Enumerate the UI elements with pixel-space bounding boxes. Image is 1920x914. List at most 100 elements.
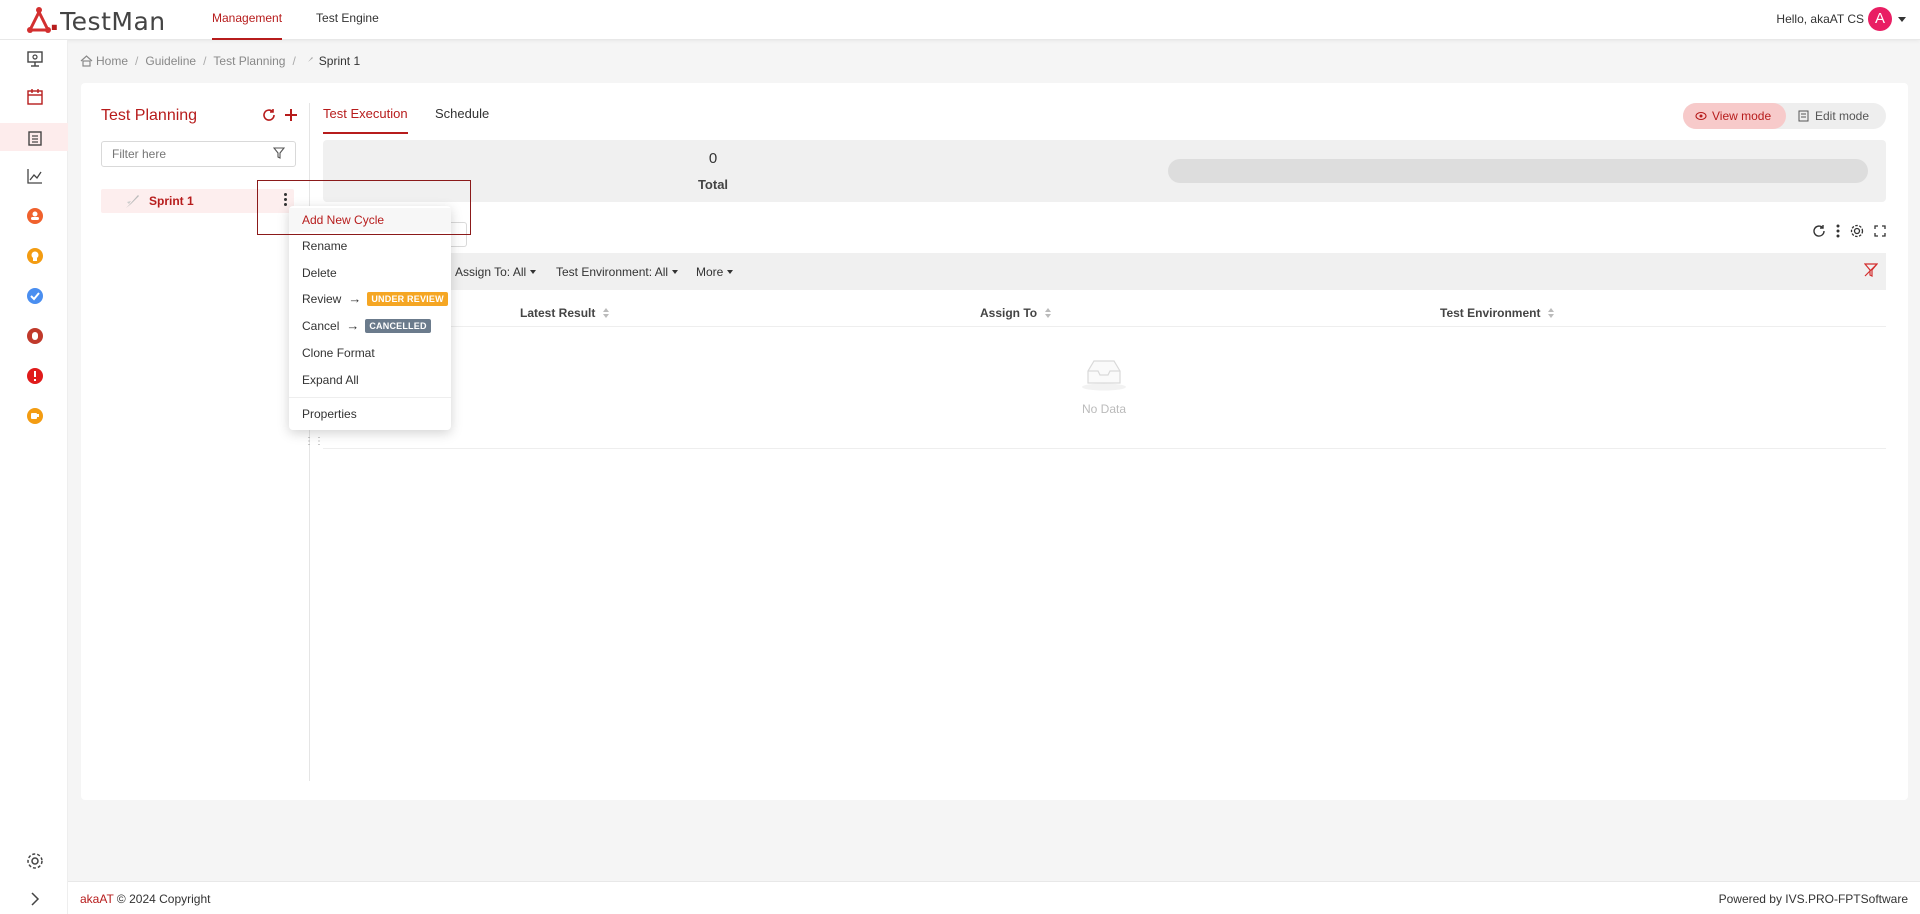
caret-down-icon [727, 270, 734, 274]
total-count: 0 [708, 150, 718, 167]
column-latest-result[interactable]: Latest Result [520, 306, 610, 320]
test-environment-filter[interactable]: Test Environment: All [556, 265, 679, 279]
line-chart-icon[interactable] [26, 167, 44, 185]
breadcrumb-home[interactable]: Home [96, 54, 128, 68]
menu-item-clone-format[interactable]: Clone Format [289, 341, 451, 365]
menu-item-cancel[interactable]: Cancel → CANCELLED [289, 314, 451, 338]
presentation-icon[interactable] [26, 50, 44, 68]
edit-icon [1798, 110, 1809, 122]
planning-actions [262, 108, 298, 122]
rocket-icon [126, 195, 139, 208]
table-header-divider [323, 326, 1886, 327]
assign-to-filter-label: Assign To: All [455, 265, 527, 279]
module-orange-icon[interactable] [26, 207, 44, 225]
footer-brand[interactable]: akaAT [80, 892, 114, 906]
column-test-environment[interactable]: Test Environment [1440, 306, 1555, 320]
logo-mark-icon [27, 7, 51, 33]
menu-item-label: Rename [302, 239, 348, 253]
edit-mode-button[interactable]: Edit mode [1786, 103, 1881, 129]
topnav-management[interactable]: Management [212, 0, 283, 40]
eye-icon [1695, 111, 1707, 121]
table-bottom-divider [323, 448, 1886, 449]
status-badge-cancelled: CANCELLED [365, 319, 431, 333]
chevron-down-icon[interactable] [1898, 16, 1906, 22]
breadcrumb-sprint: Sprint 1 [318, 54, 361, 68]
breadcrumb: Home / Guideline / Test Planning / Sprin… [80, 54, 360, 68]
view-mode-button[interactable]: View mode [1683, 103, 1786, 129]
table-toolbar [1812, 224, 1886, 238]
footer-powered-by: Powered by IVS.PRO-FPTSoftware [1718, 892, 1908, 906]
more-options-icon[interactable] [1836, 224, 1840, 238]
home-icon [80, 55, 93, 67]
breadcrumb-guideline[interactable]: Guideline [145, 54, 196, 68]
sort-icon[interactable] [1045, 308, 1052, 318]
menu-item-delete[interactable]: Delete [289, 261, 451, 285]
refresh-icon[interactable] [1812, 224, 1826, 238]
coffee-icon[interactable] [26, 407, 44, 425]
topnav-test-engine[interactable]: Test Engine [316, 0, 379, 40]
arrow-right-icon: → [346, 318, 360, 333]
breadcrumb-separator: / [135, 54, 139, 68]
menu-item-label: Clone Format [302, 346, 375, 360]
filter-icon[interactable] [273, 147, 285, 159]
column-assign-to[interactable]: Assign To [980, 306, 1052, 320]
menu-item-expand-all[interactable]: Expand All [289, 368, 451, 392]
menu-item-review[interactable]: Review → UNDER REVIEW [289, 287, 451, 311]
tab-schedule[interactable]: Schedule [435, 106, 489, 134]
menu-item-label: Properties [302, 407, 357, 421]
top-nav: Management Test Engine [212, 0, 413, 40]
filter-bar: Assign To: All Test Environment: All Mor… [323, 253, 1886, 290]
filter-input[interactable] [101, 141, 296, 167]
menu-item-properties[interactable]: Properties [289, 402, 451, 426]
more-filter-label: More [696, 265, 724, 279]
arrow-right-icon: → [348, 291, 362, 306]
tree-item-label: Sprint 1 [149, 194, 194, 208]
assign-to-filter[interactable]: Assign To: All [455, 265, 537, 279]
progress-bar [1168, 159, 1868, 183]
menu-item-label: Cancel [302, 319, 340, 333]
sidebar [0, 40, 68, 914]
footer-copyright-text: © 2024 Copyright [116, 892, 211, 906]
menu-item-label: Expand All [302, 373, 359, 387]
calendar-icon[interactable] [26, 88, 44, 106]
column-label: Assign To [980, 306, 1038, 320]
breadcrumb-separator: / [292, 54, 296, 68]
sort-icon[interactable] [1548, 308, 1555, 318]
more-filter[interactable]: More [696, 265, 734, 279]
bug-icon[interactable] [26, 327, 44, 345]
menu-divider [289, 397, 451, 398]
total-label: Total [697, 177, 729, 192]
highlight-box [257, 180, 471, 235]
clear-filter-icon[interactable] [1864, 263, 1878, 277]
sort-icon[interactable] [603, 308, 610, 318]
empty-inbox-icon [1082, 360, 1126, 391]
chevron-right-icon[interactable] [26, 890, 44, 908]
view-mode-label: View mode [1712, 109, 1772, 123]
alert-icon[interactable] [26, 367, 44, 385]
footer-copyright: akaAT © 2024 Copyright [80, 892, 210, 906]
menu-item-rename[interactable]: Rename [289, 234, 451, 258]
add-icon[interactable] [284, 108, 298, 122]
mode-toggle: View mode Edit mode [1683, 103, 1886, 129]
drag-handle-icon[interactable]: ⋮⋮ [304, 436, 324, 447]
execution-summary: 0 Total [323, 140, 1886, 202]
test-planning-title: Test Planning [101, 107, 198, 124]
status-badge-under-review: UNDER REVIEW [367, 292, 448, 306]
lightbulb-icon[interactable] [26, 247, 44, 265]
breadcrumb-test-planning[interactable]: Test Planning [213, 54, 285, 68]
check-circle-icon[interactable] [26, 287, 44, 305]
user-menu[interactable]: Hello, akaAT CS A [1776, 7, 1906, 31]
caret-down-icon [530, 270, 537, 274]
tab-test-execution[interactable]: Test Execution [323, 106, 408, 134]
avatar[interactable]: A [1868, 7, 1892, 31]
top-bar: .TestMan Management Test Engine Hello, a… [0, 0, 1920, 40]
app-logo[interactable]: .TestMan [26, 4, 166, 37]
gear-icon[interactable] [26, 852, 44, 870]
footer: akaAT © 2024 Copyright Powered by IVS.PR… [68, 881, 1920, 914]
settings-icon[interactable] [1850, 224, 1864, 238]
fullscreen-icon[interactable] [1874, 225, 1886, 237]
building-icon[interactable] [26, 129, 44, 147]
rocket-icon [304, 57, 313, 65]
column-label: Test Environment [1440, 306, 1541, 320]
refresh-icon[interactable] [262, 108, 276, 122]
